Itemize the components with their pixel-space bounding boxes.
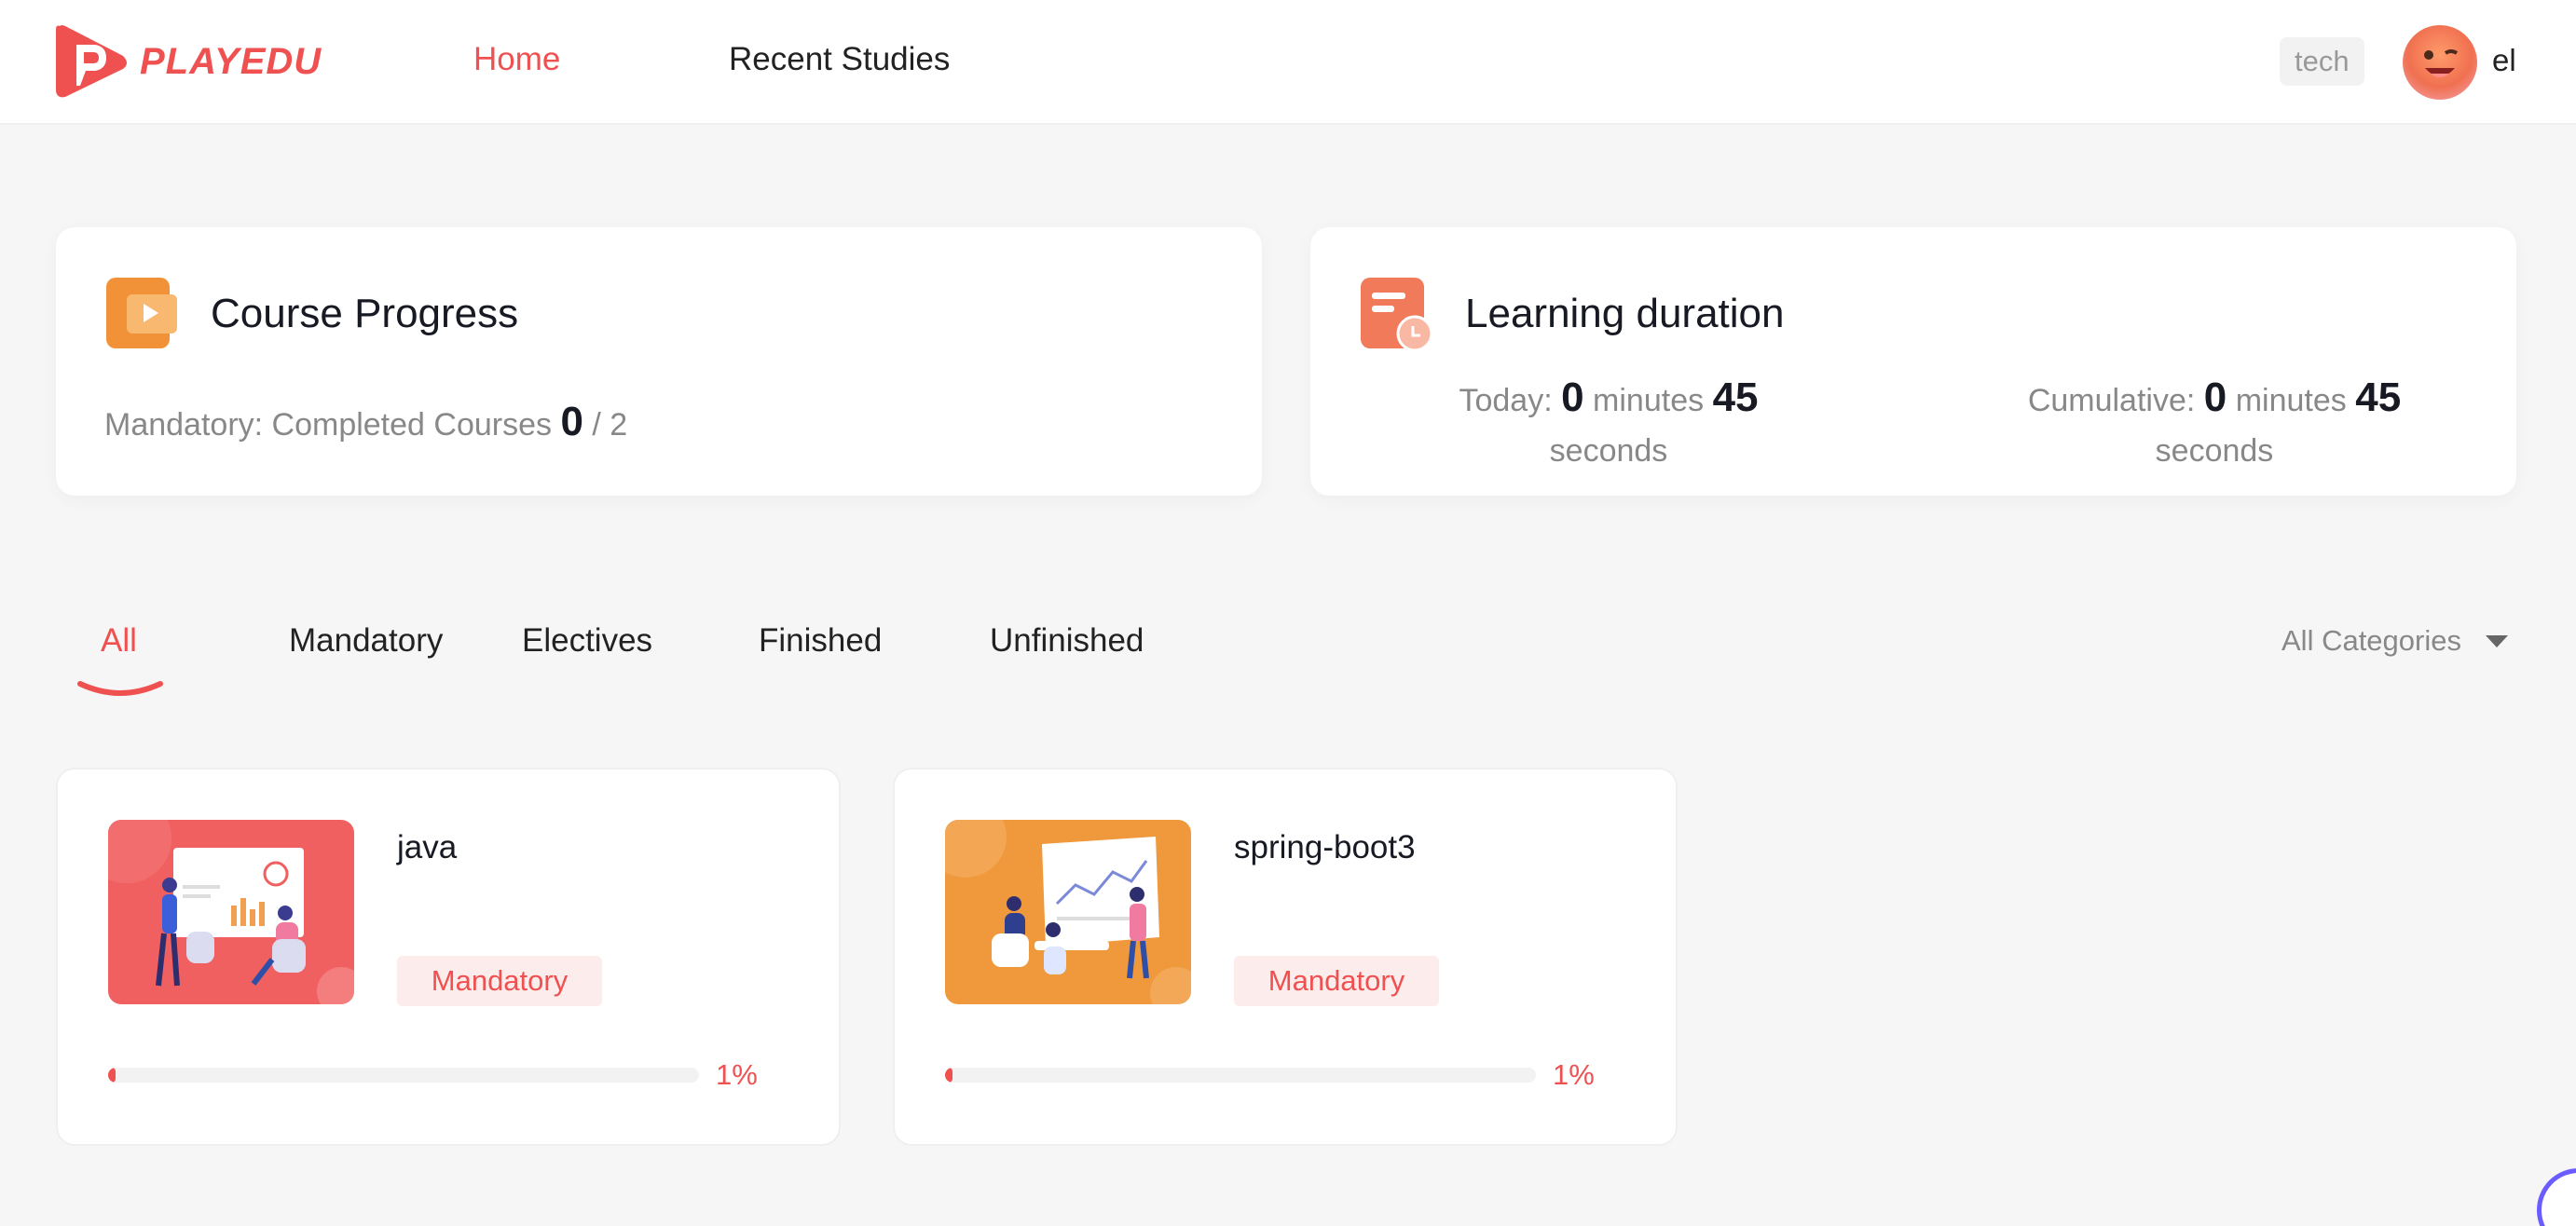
cumulative-seconds: 45: [2355, 375, 2402, 420]
cumulative-minutes-unit: minutes: [2235, 383, 2347, 418]
meeting-illustration-icon: [945, 820, 1191, 1004]
schedule-clock-icon: [1361, 278, 1433, 350]
category-select-value: All Categories: [2281, 624, 2461, 657]
course-type-tag: Mandatory: [397, 956, 602, 1006]
cumulative-minutes: 0: [2203, 375, 2227, 420]
presentation-illustration-icon: [108, 820, 354, 1004]
today-minutes-unit: minutes: [1593, 383, 1705, 418]
brand-name: PLAYEDU: [140, 40, 322, 82]
course-progress-percent: 1%: [1553, 1058, 1595, 1091]
course-progress-percent: 1%: [716, 1058, 758, 1091]
avatar[interactable]: [2403, 25, 2477, 100]
today-seconds: 45: [1712, 375, 1759, 420]
course-progress-fill: [108, 1068, 116, 1083]
playedu-logo-icon: [56, 25, 127, 98]
today-duration: Today: 0 minutes 45 seconds: [1394, 373, 1823, 476]
cumulative-seconds-unit: seconds: [2155, 433, 2274, 469]
top-header: PLAYEDU Home Recent Studies tech el: [0, 0, 2576, 125]
completed-count: 0: [560, 399, 583, 444]
learning-duration-card: Learning duration Today: 0 minutes 45 se…: [1310, 227, 2516, 496]
user-name[interactable]: el: [2492, 43, 2516, 78]
tab-electives[interactable]: Electives: [522, 622, 652, 660]
course-card-java[interactable]: java Mandatory 1%: [56, 768, 841, 1146]
course-name[interactable]: java: [397, 829, 457, 866]
play-video-icon: [106, 278, 177, 348]
avatar-face-icon: [2424, 49, 2459, 77]
course-thumbnail: [108, 820, 354, 1004]
course-thumbnail: [945, 820, 1191, 1004]
active-tab-underline: [77, 681, 163, 696]
today-seconds-unit: seconds: [1549, 433, 1668, 469]
course-type-tag: Mandatory: [1234, 956, 1439, 1006]
tab-mandatory[interactable]: Mandatory: [289, 622, 443, 660]
cumulative-duration: Cumulative: 0 minutes 45 seconds: [2000, 373, 2429, 476]
mandatory-progress-label: Mandatory: Completed Courses: [104, 407, 553, 443]
assistant-bubble-icon[interactable]: [2537, 1168, 2576, 1226]
tab-finished[interactable]: Finished: [759, 622, 882, 660]
cumulative-label: Cumulative:: [2027, 383, 2196, 418]
tab-unfinished[interactable]: Unfinished: [990, 622, 1144, 660]
course-card-spring-boot3[interactable]: spring-boot3 Mandatory 1%: [893, 768, 1678, 1146]
today-minutes: 0: [1561, 375, 1584, 420]
course-progress-bar: [108, 1068, 699, 1083]
course-name[interactable]: spring-boot3: [1234, 829, 1416, 866]
tab-all[interactable]: All: [101, 622, 137, 660]
course-progress-fill: [945, 1068, 952, 1083]
brand-logo[interactable]: PLAYEDU: [52, 20, 322, 102]
category-select[interactable]: All Categories: [2281, 624, 2508, 658]
mandatory-progress-line: Mandatory: Completed Courses 0 / 2: [104, 399, 627, 445]
learning-duration-title: Learning duration: [1465, 291, 1785, 336]
nav-home[interactable]: Home: [473, 41, 560, 78]
department-badge[interactable]: tech: [2280, 37, 2364, 86]
nav-recent-studies[interactable]: Recent Studies: [729, 41, 950, 78]
caret-down-icon: [2485, 634, 2508, 647]
total-count: / 2: [592, 407, 628, 443]
course-progress-title: Course Progress: [211, 291, 519, 336]
course-progress-card: Course Progress Mandatory: Completed Cou…: [56, 227, 1262, 496]
course-progress-bar: [945, 1068, 1536, 1083]
today-label: Today:: [1459, 383, 1553, 418]
